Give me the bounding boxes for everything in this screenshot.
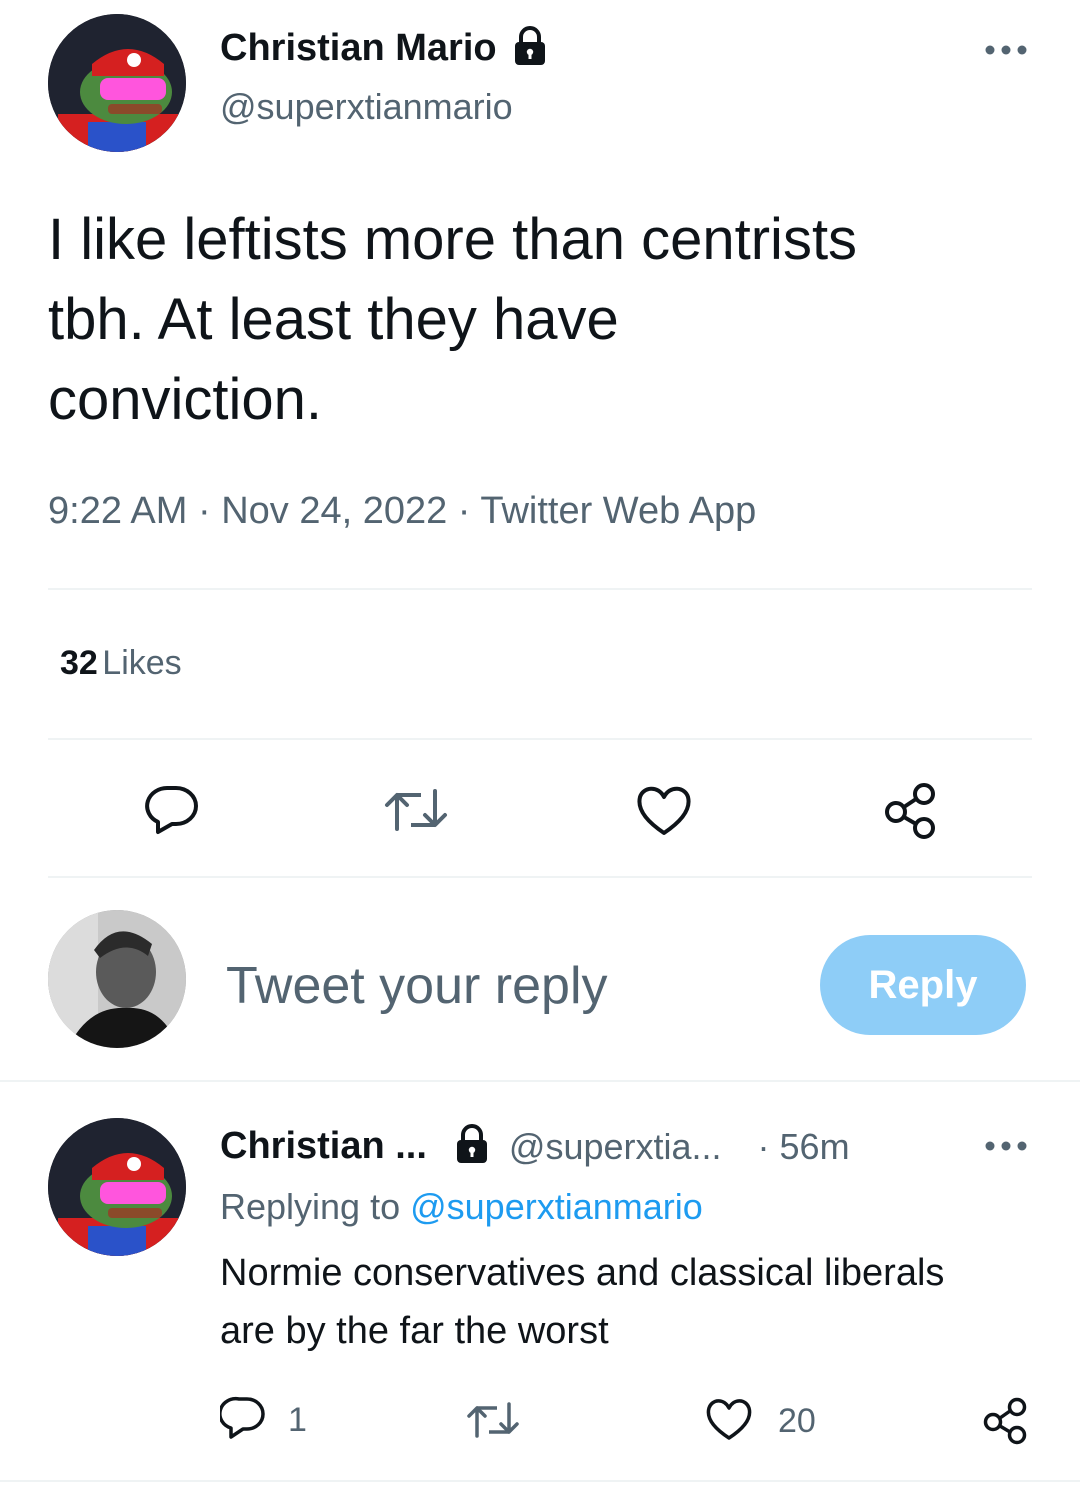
divider	[0, 1080, 1080, 1082]
reply-text-line: Normie conservatives and classical liber…	[220, 1252, 945, 1294]
reply-author-avatar[interactable]	[48, 1118, 186, 1256]
likes-label: Likes	[102, 644, 182, 682]
reply-input[interactable]: Tweet your reply	[226, 956, 786, 1016]
pepe-mario-avatar-image	[48, 14, 186, 152]
likes-count: 32	[60, 644, 98, 682]
reply-icon[interactable]	[140, 780, 204, 840]
reply-button[interactable]: Reply	[820, 935, 1026, 1035]
author-handle[interactable]: @superxtianmario	[220, 86, 513, 128]
reply-text: Normie conservatives and classical liber…	[220, 1244, 1040, 1360]
likes-stat[interactable]: 32 Likes	[60, 644, 182, 683]
user-photo-image	[48, 910, 186, 1048]
reply-author-handle[interactable]: @superxtia...	[509, 1126, 722, 1168]
more-options-icon[interactable]	[978, 36, 1034, 64]
retweet-icon[interactable]	[378, 780, 454, 840]
divider	[0, 1480, 1080, 1482]
reply-like-action[interactable]: 20	[704, 1396, 816, 1447]
lock-icon	[513, 26, 547, 71]
like-icon	[704, 1396, 754, 1447]
tweet-timestamp-source[interactable]: 9:22 AM · Nov 24, 2022 · Twitter Web App	[48, 490, 756, 533]
divider	[48, 588, 1032, 590]
reply-icon	[218, 1396, 266, 1445]
replying-to-link[interactable]: @superxtianmario	[410, 1186, 703, 1227]
tweet-text-line: conviction.	[48, 367, 323, 432]
current-user-avatar[interactable]	[48, 910, 186, 1048]
retweet-icon[interactable]	[462, 1396, 524, 1444]
reply-reply-action[interactable]: 1	[218, 1396, 307, 1445]
divider	[48, 738, 1032, 740]
share-icon[interactable]	[978, 1394, 1032, 1446]
reply-time[interactable]: · 56m	[758, 1126, 850, 1168]
lock-icon	[455, 1124, 489, 1169]
author-avatar[interactable]	[48, 14, 186, 152]
reply-author-name[interactable]: Christian ...	[220, 1125, 427, 1168]
pepe-mario-avatar-image	[48, 1118, 186, 1256]
reply-count: 1	[288, 1401, 307, 1439]
tweet-text: I like leftists more than centrists tbh.…	[48, 200, 1048, 440]
replying-to-label: Replying to	[220, 1186, 411, 1227]
tweet-text-line: I like leftists more than centrists	[48, 207, 858, 272]
like-count: 20	[778, 1402, 816, 1440]
tweet-text-line: tbh. At least they have	[48, 287, 619, 352]
share-icon[interactable]	[876, 778, 944, 842]
divider	[48, 876, 1032, 878]
reply-text-line: are by the far the worst	[220, 1310, 609, 1352]
author-name[interactable]: Christian Mario	[220, 27, 497, 70]
reply-more-options-icon[interactable]	[978, 1132, 1034, 1160]
like-icon[interactable]	[630, 780, 698, 840]
replying-to-line: Replying to @superxtianmario	[220, 1186, 703, 1228]
